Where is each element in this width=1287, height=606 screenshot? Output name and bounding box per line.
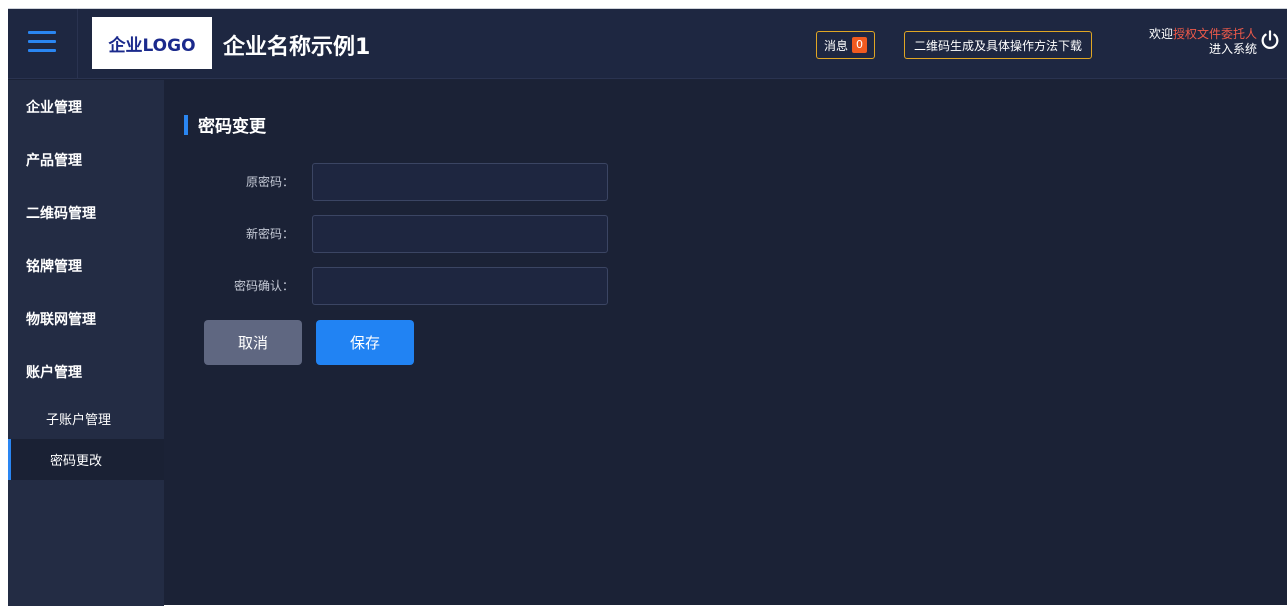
top-header: 企业LOGO 企业名称示例1 消息 0 二维码生成及具体操作方法下载 欢迎授权文…	[8, 9, 1287, 79]
cancel-button[interactable]: 取消	[204, 320, 302, 365]
sidebar-item-nameplate[interactable]: 铭牌管理	[8, 239, 164, 292]
sidebar-item-products[interactable]: 产品管理	[8, 133, 164, 186]
menu-toggle-button[interactable]	[8, 9, 78, 79]
company-name: 企业名称示例1	[223, 35, 371, 60]
welcome-area: 欢迎授权文件委托人 进入系统	[1149, 27, 1257, 57]
sidebar-item-iot[interactable]: 物联网管理	[8, 292, 164, 345]
old-password-label: 原密码：	[245, 175, 294, 189]
new-password-label: 新密码：	[245, 227, 294, 241]
qr-help-download-button[interactable]: 二维码生成及具体操作方法下载	[904, 31, 1093, 59]
sidebar-item-enterprise[interactable]: 企业管理	[8, 80, 164, 133]
company-logo: 企业LOGO	[92, 17, 212, 69]
sidebar-item-account[interactable]: 账户管理	[8, 345, 164, 398]
old-password-row: 原密码：	[164, 163, 624, 201]
welcome-prefix: 欢迎	[1148, 27, 1173, 41]
save-button[interactable]: 保存	[316, 320, 414, 365]
confirm-password-row: 密码确认：	[164, 267, 624, 305]
message-count-badge: 0	[852, 37, 868, 53]
hamburger-menu-icon	[28, 31, 56, 34]
title-accent-bar	[184, 114, 188, 135]
new-password-field[interactable]	[312, 215, 608, 253]
power-icon[interactable]	[1259, 29, 1281, 51]
sidebar-item-qrcode[interactable]: 二维码管理	[8, 186, 164, 239]
confirm-password-label: 密码确认：	[233, 279, 294, 293]
sidebar-subitem-subaccounts[interactable]: 子账户管理	[8, 398, 164, 439]
confirm-password-field[interactable]	[312, 267, 608, 305]
user-name[interactable]: 授权文件委托人	[1173, 27, 1257, 41]
page-title: 密码变更	[184, 112, 266, 137]
messages-button[interactable]: 消息 0	[816, 31, 876, 59]
old-password-field[interactable]	[312, 163, 608, 201]
new-password-row: 新密码：	[164, 215, 624, 253]
page-title-text: 密码变更	[198, 117, 266, 137]
enter-system-link[interactable]: 进入系统	[1149, 42, 1257, 57]
main-content: 密码变更 原密码： 新密码： 密码确认： 取消 保存	[164, 80, 1287, 606]
app-window: 企业LOGO 企业名称示例1 消息 0 二维码生成及具体操作方法下载 欢迎授权文…	[8, 8, 1287, 606]
sidebar-subitem-change-password[interactable]: 密码更改	[8, 439, 164, 480]
sidebar: 企业管理 产品管理 二维码管理 铭牌管理 物联网管理 账户管理 子账户管理 密码…	[8, 80, 164, 606]
messages-label: 消息	[824, 38, 849, 53]
